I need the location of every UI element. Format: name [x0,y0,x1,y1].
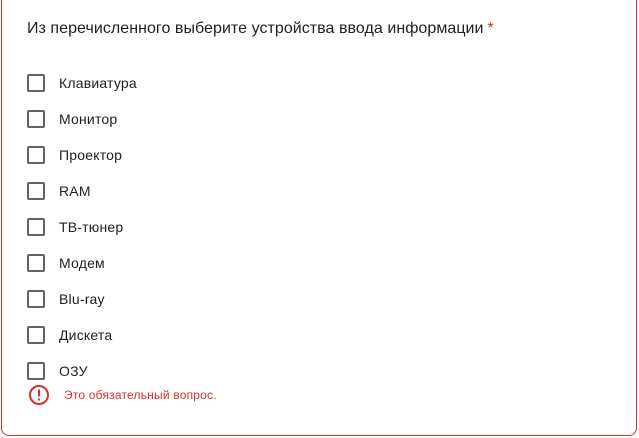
option-floppy[interactable]: Дискета [27,317,137,353]
required-asterisk: * [487,20,494,37]
checkbox[interactable] [27,218,45,236]
option-modem[interactable]: Модем [27,245,137,281]
option-label: Клавиатура [59,75,137,91]
option-tv-tuner[interactable]: ТВ-тюнер [27,209,137,245]
option-blu-ray[interactable]: Blu-ray [27,281,137,317]
option-label: ТВ-тюнер [59,219,124,235]
checkbox[interactable] [27,290,45,308]
question-title-row: Из перечисленного выберите устройства вв… [27,20,494,38]
checkbox[interactable] [27,110,45,128]
option-projector[interactable]: Проектор [27,137,137,173]
option-keyboard[interactable]: Клавиатура [27,65,137,101]
option-label: Blu-ray [59,291,105,307]
question-card: Из перечисленного выберите устройства вв… [1,0,637,436]
option-label: RAM [59,183,91,199]
checkbox[interactable] [27,362,45,380]
option-ram[interactable]: RAM [27,173,137,209]
option-label: Монитор [59,111,118,127]
option-label: Модем [59,255,105,271]
error-message: Это обязательный вопрос. [64,388,217,402]
checkbox[interactable] [27,182,45,200]
option-label: ОЗУ [59,363,88,379]
required-error: Это обязательный вопрос. [28,384,217,406]
checkbox[interactable] [27,326,45,344]
option-monitor[interactable]: Монитор [27,101,137,137]
checkbox[interactable] [27,146,45,164]
option-label: Проектор [59,147,123,163]
checkbox[interactable] [27,254,45,272]
option-label: Дискета [59,327,113,343]
error-circle-icon [29,385,49,405]
question-title: Из перечисленного выберите устройства вв… [27,20,484,37]
checkbox-list: Клавиатура Монитор Проектор RAM ТВ-тюнер… [27,65,137,389]
checkbox[interactable] [27,74,45,92]
